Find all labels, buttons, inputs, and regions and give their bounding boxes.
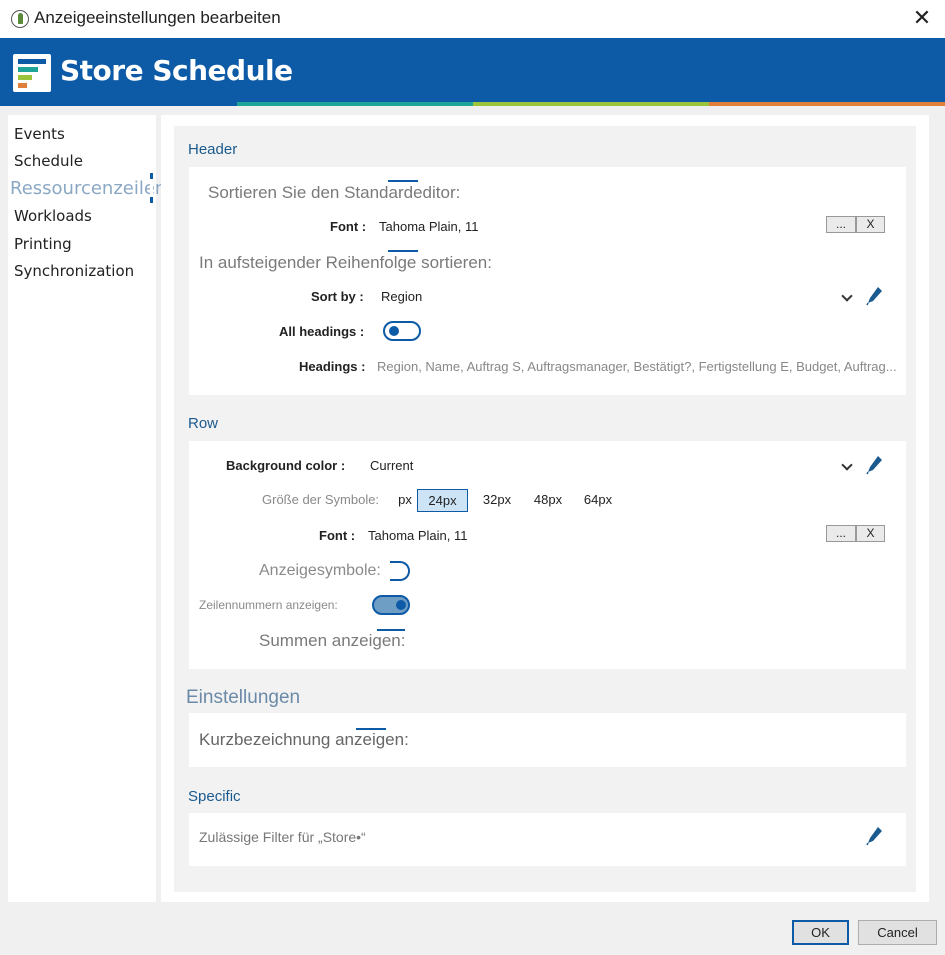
sidebar-item-ressourcenzeilen[interactable]: Ressourcenzeilen	[10, 178, 166, 199]
banner-stripe-green	[473, 102, 709, 106]
icon-size-label: Größe der Symbole:	[262, 492, 380, 507]
sort-default-editor-label: Sortieren Sie den Standardeditor:	[208, 183, 461, 202]
ascending-sort-label: In aufsteigender Reihenfolge sortieren:	[199, 253, 492, 272]
show-icons-toggle[interactable]	[390, 561, 410, 581]
short-name-label: Kurzbezeichnung anzeigen:	[199, 730, 409, 749]
brand-title: Store Schedule	[60, 54, 293, 87]
background-color-edit-pencil-icon[interactable]	[866, 455, 884, 475]
icon-size-option-24px[interactable]: 24px	[417, 489, 468, 512]
focus-dash-2	[388, 250, 418, 252]
all-headings-label: All headings :	[279, 324, 365, 339]
show-totals-label: Summen anzeigen:	[259, 631, 406, 650]
ok-button[interactable]: OK	[792, 920, 849, 945]
banner-stripe-orange	[709, 102, 945, 106]
brand-banner: Store Schedule	[0, 38, 945, 106]
settings-sidebar: Events Schedule Ressourcenzeilen Workloa…	[8, 115, 166, 902]
sort-by-edit-pencil-icon[interactable]	[866, 286, 884, 306]
background-color-chevron-down-icon[interactable]	[841, 460, 853, 472]
title-bar: Anzeigeeinstellungen bearbeiten ✕	[0, 0, 945, 38]
section-title-row: Row	[188, 415, 219, 432]
header-font-clear-button[interactable]: X	[856, 216, 885, 233]
show-row-numbers-label: Zeilennummern anzeigen:	[199, 598, 338, 612]
row-font-clear-button[interactable]: X	[856, 525, 885, 542]
banner-stripe-blue	[0, 102, 237, 106]
sort-by-value[interactable]: Region	[381, 289, 422, 304]
header-font-more-button[interactable]: ...	[826, 216, 856, 233]
icon-size-option-32px[interactable]: 32px	[474, 489, 520, 512]
all-headings-toggle[interactable]	[383, 321, 421, 341]
show-icons-label: Anzeigesymbole:	[259, 562, 381, 579]
header-font-value: Tahoma Plain, 11	[379, 219, 479, 234]
active-item-indicator	[150, 173, 153, 203]
store-schedule-logo-icon	[13, 54, 51, 92]
headings-value[interactable]: Region, Name, Auftrag S, Auftragsmanager…	[377, 359, 922, 374]
cancel-button[interactable]: Cancel	[858, 920, 937, 945]
row-font-more-button[interactable]: ...	[826, 525, 856, 542]
background-color-value[interactable]: Current	[370, 458, 413, 473]
row-font-value: Tahoma Plain, 11	[368, 528, 468, 543]
sidebar-item-printing[interactable]: Printing	[14, 235, 72, 253]
section-title-header: Header	[188, 141, 238, 158]
sort-by-label: Sort by :	[311, 289, 364, 304]
banner-stripe-teal	[237, 102, 473, 106]
allowed-filters-label: Zulässige Filter für „Store•“	[199, 829, 366, 845]
window-title: Anzeigeeinstellungen bearbeiten	[34, 8, 281, 27]
sidebar-item-schedule[interactable]: Schedule	[14, 152, 83, 170]
focus-dash-4	[356, 728, 386, 730]
section-title-specific: Specific	[188, 788, 241, 805]
sidebar-item-events[interactable]: Events	[14, 125, 65, 143]
app-leaf-icon	[11, 10, 29, 28]
sidebar-item-synchronization[interactable]: Synchronization	[14, 262, 134, 280]
row-font-label: Font :	[319, 528, 356, 543]
headings-label: Headings :	[299, 359, 366, 374]
icon-size-option-px[interactable]: px	[393, 489, 417, 512]
focus-dash	[388, 180, 418, 182]
icon-size-option-64px[interactable]: 64px	[576, 489, 620, 512]
focus-dash-3	[377, 629, 405, 631]
section-title-einstellungen: Einstellungen	[186, 687, 301, 708]
sort-by-chevron-down-icon[interactable]	[841, 291, 853, 303]
sidebar-item-workloads[interactable]: Workloads	[14, 207, 92, 225]
show-row-numbers-toggle[interactable]	[372, 595, 410, 615]
icon-size-option-48px[interactable]: 48px	[526, 489, 570, 512]
header-font-label: Font :	[330, 219, 367, 234]
allowed-filters-edit-pencil-icon[interactable]	[866, 826, 884, 846]
background-color-label: Background color :	[226, 458, 346, 473]
close-icon[interactable]: ✕	[909, 6, 935, 32]
